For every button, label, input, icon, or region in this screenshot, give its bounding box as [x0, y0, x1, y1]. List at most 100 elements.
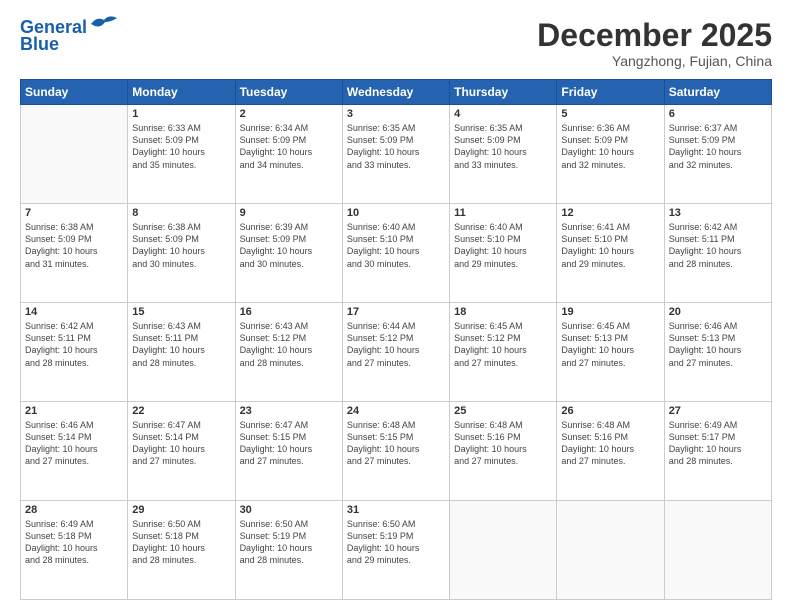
- cell-info: Sunrise: 6:42 AM Sunset: 5:11 PM Dayligh…: [25, 320, 123, 369]
- cell-info: Sunrise: 6:47 AM Sunset: 5:15 PM Dayligh…: [240, 419, 338, 468]
- cell-info: Sunrise: 6:50 AM Sunset: 5:19 PM Dayligh…: [240, 518, 338, 567]
- day-number: 11: [454, 207, 552, 219]
- day-number: 13: [669, 207, 767, 219]
- day-number: 10: [347, 207, 445, 219]
- day-number: 24: [347, 405, 445, 417]
- logo-bird-icon: [89, 14, 119, 36]
- cell-info: Sunrise: 6:44 AM Sunset: 5:12 PM Dayligh…: [347, 320, 445, 369]
- cell-info: Sunrise: 6:43 AM Sunset: 5:11 PM Dayligh…: [132, 320, 230, 369]
- cell-info: Sunrise: 6:45 AM Sunset: 5:13 PM Dayligh…: [561, 320, 659, 369]
- calendar-cell: 29 Sunrise: 6:50 AM Sunset: 5:18 PM Dayli…: [128, 501, 235, 600]
- calendar-cell: 27 Sunrise: 6:49 AM Sunset: 5:17 PM Dayli…: [664, 402, 771, 501]
- day-number: 19: [561, 306, 659, 318]
- calendar-cell: 22 Sunrise: 6:47 AM Sunset: 5:14 PM Dayli…: [128, 402, 235, 501]
- weekday-header-thursday: Thursday: [450, 80, 557, 105]
- cell-info: Sunrise: 6:39 AM Sunset: 5:09 PM Dayligh…: [240, 221, 338, 270]
- calendar-cell: 28 Sunrise: 6:49 AM Sunset: 5:18 PM Dayli…: [21, 501, 128, 600]
- cell-info: Sunrise: 6:40 AM Sunset: 5:10 PM Dayligh…: [347, 221, 445, 270]
- day-number: 21: [25, 405, 123, 417]
- calendar-cell: 3 Sunrise: 6:35 AM Sunset: 5:09 PM Daylig…: [342, 105, 449, 204]
- day-number: 20: [669, 306, 767, 318]
- day-number: 16: [240, 306, 338, 318]
- title-section: December 2025 Yangzhong, Fujian, China: [537, 18, 772, 69]
- day-number: 14: [25, 306, 123, 318]
- calendar-cell: 21 Sunrise: 6:46 AM Sunset: 5:14 PM Dayli…: [21, 402, 128, 501]
- header: General Blue December 2025 Yangzhong, Fu…: [20, 18, 772, 69]
- week-row-4: 21 Sunrise: 6:46 AM Sunset: 5:14 PM Dayli…: [21, 402, 772, 501]
- cell-info: Sunrise: 6:46 AM Sunset: 5:14 PM Dayligh…: [25, 419, 123, 468]
- calendar-cell: 13 Sunrise: 6:42 AM Sunset: 5:11 PM Dayli…: [664, 204, 771, 303]
- week-row-2: 7Sunrise: 6:38 AM Sunset: 5:09 PM Daylig…: [21, 204, 772, 303]
- day-number: 8: [132, 207, 230, 219]
- cell-info: Sunrise: 6:45 AM Sunset: 5:12 PM Dayligh…: [454, 320, 552, 369]
- day-number: 5: [561, 108, 659, 120]
- day-number: 6: [669, 108, 767, 120]
- cell-info: Sunrise: 6:49 AM Sunset: 5:18 PM Dayligh…: [25, 518, 123, 567]
- calendar-cell: 9Sunrise: 6:39 AM Sunset: 5:09 PM Daylig…: [235, 204, 342, 303]
- day-number: 28: [25, 504, 123, 516]
- calendar-cell: [664, 501, 771, 600]
- logo: General Blue: [20, 18, 119, 55]
- weekday-header-tuesday: Tuesday: [235, 80, 342, 105]
- calendar-cell: 4Sunrise: 6:35 AM Sunset: 5:09 PM Daylig…: [450, 105, 557, 204]
- page: General Blue December 2025 Yangzhong, Fu…: [0, 0, 792, 612]
- cell-info: Sunrise: 6:36 AM Sunset: 5:09 PM Dayligh…: [561, 122, 659, 171]
- calendar-cell: 12 Sunrise: 6:41 AM Sunset: 5:10 PM Dayli…: [557, 204, 664, 303]
- calendar-cell: 11 Sunrise: 6:40 AM Sunset: 5:10 PM Dayli…: [450, 204, 557, 303]
- calendar-cell: 23 Sunrise: 6:47 AM Sunset: 5:15 PM Dayli…: [235, 402, 342, 501]
- day-number: 3: [347, 108, 445, 120]
- cell-info: Sunrise: 6:48 AM Sunset: 5:16 PM Dayligh…: [561, 419, 659, 468]
- cell-info: Sunrise: 6:48 AM Sunset: 5:16 PM Dayligh…: [454, 419, 552, 468]
- calendar-cell: 10 Sunrise: 6:40 AM Sunset: 5:10 PM Dayli…: [342, 204, 449, 303]
- calendar-cell: 2 Sunrise: 6:34 AM Sunset: 5:09 PM Daylig…: [235, 105, 342, 204]
- weekday-header-wednesday: Wednesday: [342, 80, 449, 105]
- day-number: 1: [132, 108, 230, 120]
- weekday-header-saturday: Saturday: [664, 80, 771, 105]
- cell-info: Sunrise: 6:40 AM Sunset: 5:10 PM Dayligh…: [454, 221, 552, 270]
- day-number: 31: [347, 504, 445, 516]
- calendar-cell: 6Sunrise: 6:37 AM Sunset: 5:09 PM Daylig…: [664, 105, 771, 204]
- day-number: 4: [454, 108, 552, 120]
- cell-info: Sunrise: 6:47 AM Sunset: 5:14 PM Dayligh…: [132, 419, 230, 468]
- calendar-cell: 26 Sunrise: 6:48 AM Sunset: 5:16 PM Dayli…: [557, 402, 664, 501]
- cell-info: Sunrise: 6:46 AM Sunset: 5:13 PM Dayligh…: [669, 320, 767, 369]
- cell-info: Sunrise: 6:48 AM Sunset: 5:15 PM Dayligh…: [347, 419, 445, 468]
- day-number: 2: [240, 108, 338, 120]
- day-number: 29: [132, 504, 230, 516]
- cell-info: Sunrise: 6:35 AM Sunset: 5:09 PM Dayligh…: [347, 122, 445, 171]
- day-number: 23: [240, 405, 338, 417]
- cell-info: Sunrise: 6:49 AM Sunset: 5:17 PM Dayligh…: [669, 419, 767, 468]
- day-number: 26: [561, 405, 659, 417]
- day-number: 7: [25, 207, 123, 219]
- calendar-cell: 19 Sunrise: 6:45 AM Sunset: 5:13 PM Dayli…: [557, 303, 664, 402]
- cell-info: Sunrise: 6:43 AM Sunset: 5:12 PM Dayligh…: [240, 320, 338, 369]
- cell-info: Sunrise: 6:33 AM Sunset: 5:09 PM Dayligh…: [132, 122, 230, 171]
- day-number: 25: [454, 405, 552, 417]
- day-number: 12: [561, 207, 659, 219]
- day-number: 30: [240, 504, 338, 516]
- cell-info: Sunrise: 6:50 AM Sunset: 5:19 PM Dayligh…: [347, 518, 445, 567]
- calendar-cell: 1 Sunrise: 6:33 AM Sunset: 5:09 PM Daylig…: [128, 105, 235, 204]
- calendar-table: SundayMondayTuesdayWednesdayThursdayFrid…: [20, 79, 772, 600]
- day-number: 27: [669, 405, 767, 417]
- calendar-cell: 15 Sunrise: 6:43 AM Sunset: 5:11 PM Dayli…: [128, 303, 235, 402]
- calendar-cell: 17Sunrise: 6:44 AM Sunset: 5:12 PM Dayli…: [342, 303, 449, 402]
- calendar-cell: [21, 105, 128, 204]
- calendar-cell: 16 Sunrise: 6:43 AM Sunset: 5:12 PM Dayli…: [235, 303, 342, 402]
- day-number: 22: [132, 405, 230, 417]
- cell-info: Sunrise: 6:41 AM Sunset: 5:10 PM Dayligh…: [561, 221, 659, 270]
- weekday-header-sunday: Sunday: [21, 80, 128, 105]
- calendar-cell: 31 Sunrise: 6:50 AM Sunset: 5:19 PM Dayli…: [342, 501, 449, 600]
- weekday-header-monday: Monday: [128, 80, 235, 105]
- week-row-1: 1 Sunrise: 6:33 AM Sunset: 5:09 PM Daylig…: [21, 105, 772, 204]
- cell-info: Sunrise: 6:42 AM Sunset: 5:11 PM Dayligh…: [669, 221, 767, 270]
- cell-info: Sunrise: 6:34 AM Sunset: 5:09 PM Dayligh…: [240, 122, 338, 171]
- day-number: 15: [132, 306, 230, 318]
- cell-info: Sunrise: 6:50 AM Sunset: 5:18 PM Dayligh…: [132, 518, 230, 567]
- logo-blue: Blue: [20, 34, 59, 55]
- calendar-cell: 18Sunrise: 6:45 AM Sunset: 5:12 PM Dayli…: [450, 303, 557, 402]
- calendar-cell: [557, 501, 664, 600]
- calendar-cell: 25 Sunrise: 6:48 AM Sunset: 5:16 PM Dayli…: [450, 402, 557, 501]
- weekday-header-friday: Friday: [557, 80, 664, 105]
- calendar-cell: 30 Sunrise: 6:50 AM Sunset: 5:19 PM Dayli…: [235, 501, 342, 600]
